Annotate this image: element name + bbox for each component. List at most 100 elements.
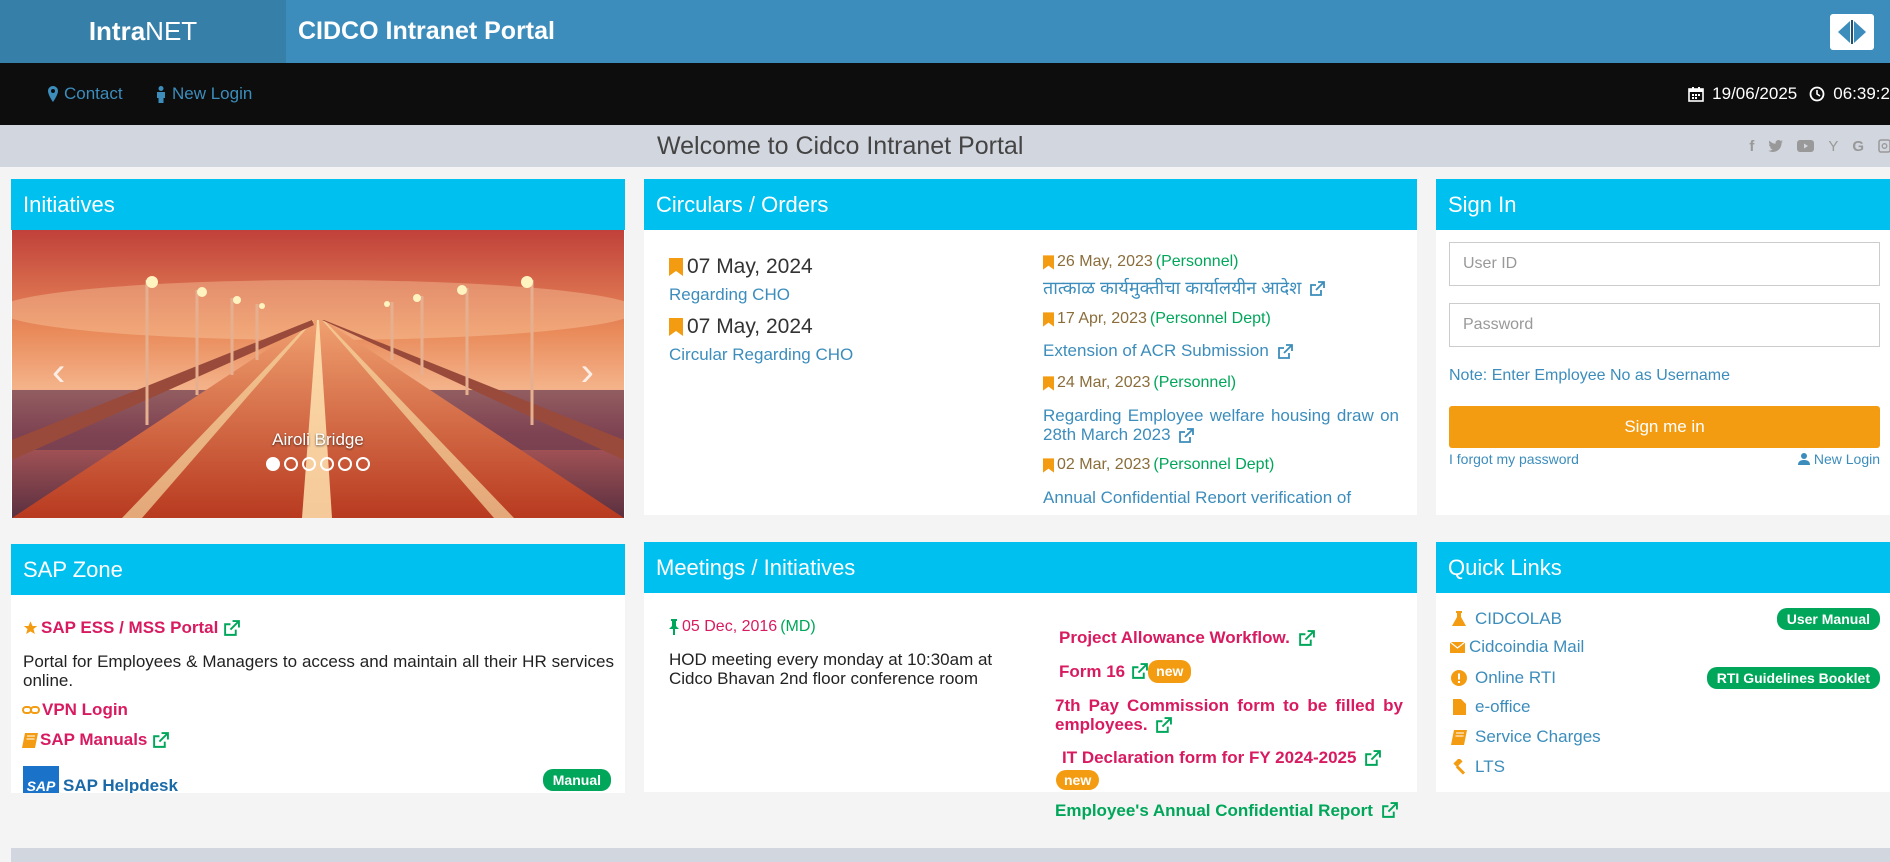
vpn-login-link[interactable]: VPN Login [22,700,128,720]
password-input[interactable]: Password [1449,303,1880,347]
quicklink-e-office[interactable]: e-office [1449,697,1880,717]
sap-manuals-link[interactable]: SAP Manuals [22,730,170,750]
welcome-strip: Welcome to Cidco Intranet Portal f Y G [0,125,1890,167]
cidco-logo-icon [1830,14,1874,50]
circular-date: 26 May, 2023 (Personnel) [1043,253,1399,271]
circulars-panel: Circulars / Orders 07 May, 2024 Regardin… [644,179,1417,515]
user-id-input[interactable]: User ID [1449,242,1880,286]
carousel-next-button[interactable]: › [581,350,594,395]
current-date: 19/06/2025 [1712,84,1798,103]
meeting-description: HOD meeting every monday at 10:30am at C… [669,650,993,688]
signin-title: Sign In [1436,179,1890,230]
external-link-icon [224,619,241,636]
google-icon[interactable]: G [1852,138,1864,155]
form16-link[interactable]: Form 16 new [1059,660,1192,683]
external-link-icon [153,731,170,748]
carousel-dot[interactable] [338,457,352,471]
yahoo-icon[interactable]: Y [1828,138,1838,155]
seventh-pay-commission-link[interactable]: 7th Pay Commission form to be filled by … [1055,696,1403,734]
contact-label: Contact [64,84,123,103]
manual-badge[interactable]: Manual [542,769,611,791]
bookmark-icon [669,318,683,336]
circulars-list[interactable]: 26 May, 2023 (Personnel) तात्काळ कार्यमु… [1043,253,1399,503]
twitter-icon[interactable] [1768,139,1784,153]
pin-icon [669,619,679,635]
current-time: 06:39:2 [1833,84,1890,103]
external-link-icon [1310,281,1326,297]
circular-link[interactable]: Regarding CHO [669,285,1009,305]
circulars-title: Circulars / Orders [644,179,1417,230]
brand-rest: NET [145,16,198,46]
user-icon [157,85,165,103]
circular-date: 24 Mar, 2023 (Personnel) [1043,374,1399,392]
user-manual-badge[interactable]: User Manual [1776,608,1880,630]
carousel-caption: Airoli Bridge [272,430,364,449]
circular-date: 07 May, 2024 [669,255,1009,279]
sign-in-button[interactable]: Sign me in [1449,406,1880,448]
date-time-display: 19/06/2025 06:39:2 [1688,63,1890,125]
forgot-password-link[interactable]: I forgot my password [1449,451,1579,467]
bookmark-icon [1043,457,1054,473]
new-login-link[interactable]: New Login [156,63,252,125]
signin-panel: Sign In User ID Password Note: Enter Emp… [1436,179,1890,515]
carousel-prev-button[interactable]: ‹ [52,350,65,395]
external-link-icon [1365,750,1382,766]
contact-link[interactable]: Contact [48,63,123,125]
quicklink-cidcolab[interactable]: CIDCOLAB User Manual [1449,608,1880,630]
bookmark-icon [1043,375,1054,391]
map-marker-icon [48,86,58,102]
it-declaration-link[interactable]: IT Declaration form for FY 2024-2025 [1062,748,1402,767]
circular-link[interactable]: Regarding Employee welfare housing draw … [1043,406,1399,444]
carousel-dot[interactable] [356,457,370,471]
carousel-dot[interactable] [284,457,298,471]
new-badge: new [1148,660,1192,683]
external-link-icon [1298,630,1315,646]
envelope-icon [1449,641,1465,653]
carousel-dot[interactable] [320,457,334,471]
sap-zone-title: SAP Zone [11,544,625,595]
initiatives-panel: Initiatives ‹ › Airoli Bridge [11,179,625,518]
sap-zone-panel: SAP Zone SAP ESS / MSS Portal Portal for… [11,544,625,793]
rti-guidelines-badge[interactable]: RTI Guidelines Booklet [1706,667,1880,689]
sap-portal-description: Portal for Employees & Managers to acces… [23,652,614,690]
instagram-icon[interactable] [1878,139,1890,153]
sap-ess-link[interactable]: SAP ESS / MSS Portal [22,618,241,638]
brand-bold: Intra [88,16,146,46]
social-links: f Y G [1749,125,1890,167]
external-link-icon [1132,663,1149,679]
acr-link[interactable]: Employee's Annual Confidential Report [1055,801,1398,820]
sap-helpdesk-link[interactable]: SAP Helpdesk [63,776,178,793]
circular-link[interactable]: Circular Regarding CHO [669,345,1009,365]
carousel-dot[interactable] [266,457,280,471]
book-icon [1451,729,1467,745]
calendar-icon [1688,87,1704,102]
quicklink-cidcoindia-mail[interactable]: Cidcoindia Mail [1449,637,1880,657]
external-link-icon [1179,427,1195,443]
gavel-icon [1453,759,1466,775]
airoli-bridge-image [12,230,624,518]
sap-logo-icon: SAP [23,766,59,793]
circular-link[interactable]: तात्काळ कार्यमुक्तीचा कार्यालयीन आदेश [1043,279,1399,298]
circular-link[interactable]: Extension of ACR Submission [1043,341,1399,360]
facebook-icon[interactable]: f [1749,138,1754,155]
external-link-icon [1156,717,1173,733]
circular-link[interactable]: Annual Confidential Report verification … [1043,488,1399,503]
footer-strip [11,848,1890,862]
initiatives-carousel[interactable]: ‹ › Airoli Bridge [12,230,624,518]
exclamation-circle-icon [1451,670,1467,686]
quicklink-online-rti[interactable]: Online RTI RTI Guidelines Booklet [1449,667,1880,689]
signin-new-login-link[interactable]: New Login [1797,451,1880,467]
meetings-title: Meetings / Initiatives [644,542,1417,593]
user-icon [1797,453,1810,465]
carousel-dot[interactable] [302,457,316,471]
top-header: IntraNET CIDCO Intranet Portal [0,0,1890,63]
bookmark-icon [1043,254,1054,270]
quick-links-panel: Quick Links CIDCOLAB User Manual Cidcoin… [1436,542,1890,792]
brand-logo[interactable]: IntraNET [0,0,286,63]
quicklink-service-charges[interactable]: Service Charges [1449,727,1880,747]
link-icon [22,706,40,714]
quicklink-lts[interactable]: LTS [1449,757,1880,777]
project-allowance-link[interactable]: Project Allowance Workflow. [1059,628,1315,647]
meetings-panel: Meetings / Initiatives 05 Dec, 2016 (MD)… [644,542,1417,820]
youtube-icon[interactable] [1797,140,1815,152]
